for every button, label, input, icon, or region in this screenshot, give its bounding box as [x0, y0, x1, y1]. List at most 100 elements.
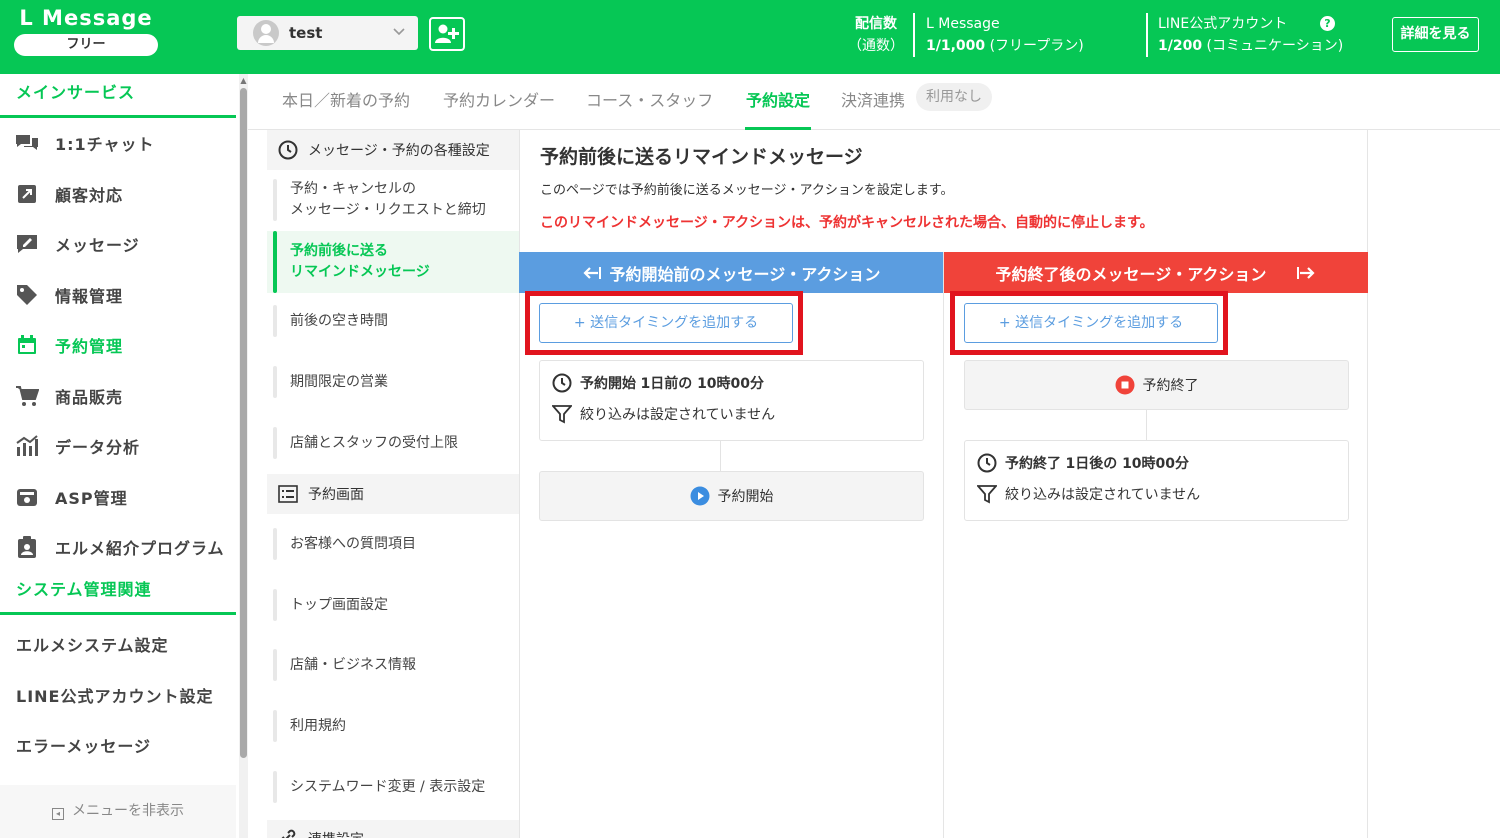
sidebar-item-label: エルメ紹介プログラム [55, 539, 225, 558]
column-divider [943, 252, 944, 838]
filter-status: 絞り込みは設定されていません [580, 407, 776, 423]
subnav-item-words[interactable]: システムワード変更 / 表示設定 [267, 771, 519, 803]
add-timing-after-button[interactable]: + 送信タイミングを追加する [964, 303, 1218, 343]
chart-icon [14, 435, 40, 457]
subnav-item-top[interactable]: トップ画面設定 [267, 589, 519, 621]
delivery-count-label: 配信数 （通数） [848, 13, 904, 57]
timing-prefix: 予約終了 [1005, 456, 1061, 472]
subnav-label: 予約前後に送る [290, 243, 388, 259]
system-section-heading: システム管理関連 [0, 571, 236, 615]
logo-text: L Message [19, 6, 153, 30]
sidebar-item-label: ASP管理 [55, 489, 128, 508]
sidebar-item-error-messages[interactable]: エラーメッセージ [0, 722, 236, 772]
logo[interactable]: L Message フリー [14, 6, 158, 56]
timing-prefix: 予約開始 [580, 376, 636, 392]
subnav-group-label: メッセージ・予約の各種設定 [308, 143, 490, 159]
page-description: このページでは予約前後に送るメッセージ・アクションを設定します。 [540, 183, 954, 198]
plan-badge: フリー [14, 34, 158, 56]
settings-subnav: メッセージ・予約の各種設定 予約・キャンセルの メッセージ・リクエストと締切 予… [267, 130, 519, 838]
subnav-group-label: 連携設定 [308, 829, 364, 838]
help-icon[interactable]: ? [1320, 16, 1335, 31]
chat-icon [14, 132, 40, 154]
arrow-left-bar-icon [582, 265, 602, 281]
main-service-heading: メインサービス [0, 74, 236, 118]
end-label: 予約終了 [1142, 378, 1199, 394]
line-label: LINE公式アカウント [1158, 16, 1288, 32]
clock-icon [276, 138, 300, 162]
sidebar-item-label: データ分析 [55, 438, 141, 457]
sidebar-item-info[interactable]: 情報管理 [0, 270, 236, 320]
line-value: 1/200 [1158, 38, 1203, 54]
reservation-start-node: 予約開始 [539, 471, 924, 521]
add-user-icon [435, 24, 459, 43]
subnav-item-questions[interactable]: お客様への質問項目 [267, 528, 519, 560]
avatar [253, 20, 279, 46]
account-name: test [289, 24, 323, 42]
divider [1146, 13, 1148, 57]
timing-value: 1日前の 10時00分 [640, 376, 765, 392]
add-user-button[interactable] [429, 17, 465, 51]
account-selector[interactable]: test [237, 16, 418, 50]
cart-icon [14, 385, 40, 407]
sidebar-item-label: メッセージ [55, 236, 140, 255]
line-plan: (コミュニケーション) [1206, 38, 1344, 54]
sidebar-scroll-thumb[interactable] [240, 88, 247, 758]
sidebar-item-system-settings[interactable]: エルメシステム設定 [0, 621, 236, 671]
sidebar-item-sales[interactable]: 商品販売 [0, 371, 236, 421]
sidebar-item-asp[interactable]: ASP管理 [0, 472, 236, 522]
timing-value: 1日後の 10時00分 [1065, 456, 1190, 472]
lmessage-label: L Message [926, 16, 1000, 32]
top-bar: L Message フリー test 配信数 （通数） L Message 1/… [0, 0, 1500, 74]
sidebar-item-message[interactable]: メッセージ [0, 219, 236, 269]
clipboard-icon [14, 536, 40, 558]
subnav-item-cancel[interactable]: 予約・キャンセルの メッセージ・リクエストと締切 [267, 179, 519, 221]
sidebar-item-reservation[interactable]: 予約管理 [0, 320, 236, 370]
subnav-item-remind[interactable]: 予約前後に送る リマインドメッセージ [267, 231, 519, 293]
sidebar-item-label: 情報管理 [55, 287, 124, 306]
play-icon [690, 486, 710, 506]
start-label: 予約開始 [717, 489, 774, 505]
subnav-item-store[interactable]: 店舗・ビジネス情報 [267, 649, 519, 681]
after-timing-card[interactable]: 予約終了 1日後の 10時00分 絞り込みは設定されていません [964, 440, 1349, 521]
subnav-item-terms[interactable]: 利用規約 [267, 710, 519, 742]
sidebar-item-customer[interactable]: 顧客対応 [0, 169, 236, 219]
subnav-group-label: 予約画面 [308, 487, 364, 503]
tab-reservation-settings[interactable]: 予約設定 [745, 87, 812, 130]
subnav-label: メッセージ・リクエストと締切 [290, 202, 486, 218]
sidebar-item-analytics[interactable]: データ分析 [0, 421, 236, 471]
scroll-up-arrow[interactable]: ▲ [239, 76, 248, 85]
list-icon [276, 482, 300, 506]
link-icon [276, 825, 300, 838]
sidebar: メインサービス 1:1チャット 顧客対応 メッセージ 情報管理 予約管理 商品販 [0, 74, 237, 838]
before-timing-card[interactable]: 予約開始 1日前の 10時00分 絞り込みは設定されていません [539, 360, 924, 441]
page-title: 予約前後に送るリマインドメッセージ [540, 146, 863, 168]
tab-course-staff[interactable]: コース・スタッフ [586, 87, 713, 130]
reservation-end-node: 予約終了 [964, 360, 1349, 410]
tab-payment[interactable]: 決済連携 [841, 87, 905, 130]
subnav-group-screen: 予約画面 [267, 474, 519, 514]
lmessage-plan: (フリープラン) [989, 38, 1084, 54]
sidebar-item-label: 商品販売 [55, 388, 124, 407]
asp-icon [14, 486, 40, 508]
subnav-item-capacity[interactable]: 店舗とスタッフの受付上限 [267, 427, 519, 459]
sidebar-item-label: 予約管理 [55, 337, 124, 356]
sidebar-item-chat[interactable]: 1:1チャット [0, 118, 236, 168]
tag-icon [14, 284, 40, 306]
clock-icon [977, 453, 997, 473]
line-stat: LINE公式アカウント 1/200 (コミュニケーション) [1158, 13, 1343, 57]
detail-button[interactable]: 詳細を見る [1392, 17, 1479, 52]
subnav-item-limited[interactable]: 期間限定の営業 [267, 366, 519, 398]
sidebar-item-referral[interactable]: エルメ紹介プログラム [0, 522, 236, 572]
hide-menu-button[interactable]: ◂ メニューを非表示 [0, 785, 236, 838]
tab-calendar[interactable]: 予約カレンダー [443, 87, 555, 130]
flow-connector [720, 441, 721, 471]
sidebar-item-line-settings[interactable]: LINE公式アカウント設定 [0, 672, 236, 722]
before-column-header: 予約開始前のメッセージ・アクション [519, 252, 943, 293]
subnav-item-gap[interactable]: 前後の空き時間 [267, 305, 519, 337]
calendar-icon [14, 334, 40, 356]
add-timing-before-button[interactable]: + 送信タイミングを追加する [539, 303, 793, 343]
flow-connector [1146, 410, 1147, 440]
tab-today[interactable]: 本日／新着の予約 [282, 87, 410, 130]
chevron-down-icon [392, 25, 406, 41]
cancel-warning: このリマインドメッセージ・アクションは、予約がキャンセルされた場合、自動的に停止… [540, 215, 1154, 231]
